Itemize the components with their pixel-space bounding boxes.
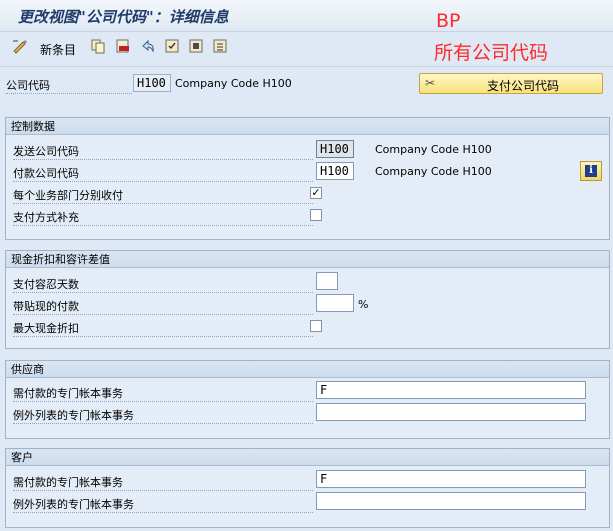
vendor-sgl-to-pay-field[interactable]: F <box>316 381 586 399</box>
vendor-title: 供应商 <box>6 361 609 378</box>
customer-sgl-to-pay-label: 需付款的专门帐本事务 <box>13 474 313 491</box>
customer-sgl-exception-field[interactable] <box>316 492 586 510</box>
info-icon: i <box>585 165 597 177</box>
discounted-payments-field[interactable] <box>316 294 354 312</box>
grace-days-label: 支付容忍天数 <box>13 276 313 293</box>
max-discount-label: 最大现金折扣 <box>13 320 313 337</box>
payment-method-suppl-checkbox[interactable] <box>310 209 322 221</box>
select-all-icon[interactable] <box>164 38 180 54</box>
checkmark-icon: ✓ <box>311 186 321 199</box>
customer-title: 客户 <box>6 449 609 466</box>
vendor-sgl-exception-field[interactable] <box>316 403 586 421</box>
deselect-all-icon[interactable] <box>212 38 228 54</box>
company-code-field: H100 <box>133 74 171 92</box>
percent-sign: % <box>358 298 369 311</box>
info-button[interactable]: i <box>580 161 602 181</box>
vendor-sgl-to-pay-label: 需付款的专门帐本事务 <box>13 385 313 402</box>
copy-icon[interactable] <box>90 38 106 54</box>
title-bar: 更改视图"公司代码"：详细信息 <box>0 0 613 32</box>
delete-icon[interactable] <box>115 38 131 54</box>
paying-company-code-button[interactable]: ✂ 支付公司代码 <box>419 73 603 94</box>
paying-company-code-name: Company Code H100 <box>375 165 492 178</box>
change-display-icon[interactable] <box>12 38 28 54</box>
paying-company-code-button-label: 支付公司代码 <box>486 79 559 93</box>
window-title: 更改视图"公司代码"：详细信息 <box>18 8 229 26</box>
customer-sgl-exception-label: 例外列表的专门帐本事务 <box>13 496 313 513</box>
new-entries-button[interactable]: 新条目 <box>40 41 76 58</box>
company-code-label: 公司代码 <box>6 77 132 94</box>
sending-company-code-label: 发送公司代码 <box>13 143 313 160</box>
undo-icon[interactable] <box>140 38 156 54</box>
vendor-sgl-exception-label: 例外列表的专门帐本事务 <box>13 407 313 424</box>
company-code-name: Company Code H100 <box>175 77 292 90</box>
discounted-payments-label: 带贴现的付款 <box>13 298 313 315</box>
select-block-icon[interactable] <box>188 38 204 54</box>
application-toolbar: 新条目 <box>0 33 613 61</box>
grace-days-field[interactable] <box>316 272 338 290</box>
sending-company-code-field[interactable]: H100 <box>316 140 354 158</box>
paying-company-code-field[interactable]: H100 <box>316 162 354 180</box>
max-discount-checkbox[interactable] <box>310 320 322 332</box>
control-data-title: 控制数据 <box>6 118 609 135</box>
annotation-bp: BP <box>436 10 461 32</box>
separate-payment-checkbox[interactable]: ✓ <box>310 187 322 199</box>
separate-payment-label: 每个业务部门分别收付 <box>13 187 313 204</box>
customer-sgl-to-pay-field[interactable]: F <box>316 470 586 488</box>
cash-discount-title: 现金折扣和容许差值 <box>6 251 609 268</box>
payment-method-suppl-label: 支付方式补充 <box>13 209 313 226</box>
sending-company-code-name: Company Code H100 <box>375 143 492 156</box>
paying-company-code-label: 付款公司代码 <box>13 165 313 182</box>
toolbar-divider <box>0 66 613 67</box>
